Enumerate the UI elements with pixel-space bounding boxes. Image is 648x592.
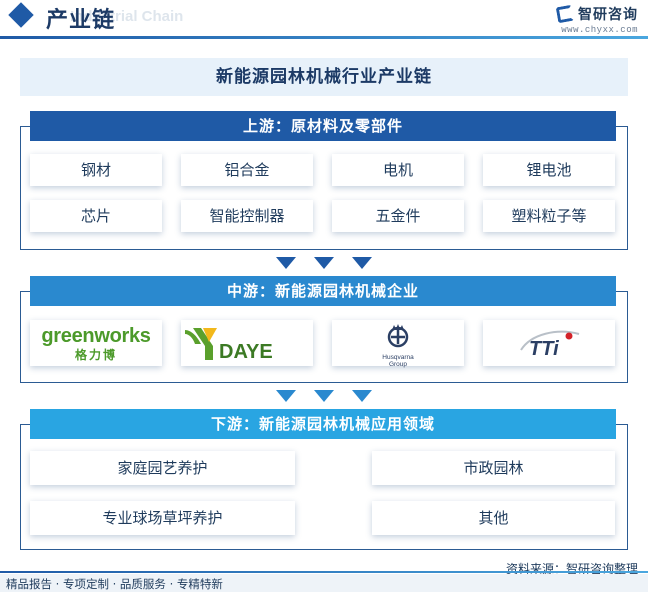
daye-logo-graphic: DAYE bbox=[185, 328, 273, 362]
footer-bar: 精品报告 · 专项定制 · 品质服务 · 专精特新 bbox=[0, 574, 648, 592]
midstream-header: 中游：新能源园林机械企业 bbox=[30, 276, 616, 306]
footer-divider bbox=[0, 571, 648, 573]
upstream-item: 五金件 bbox=[332, 200, 464, 232]
brand-url: www.chyxx.com bbox=[561, 25, 638, 35]
tti-logo-graphic: TTi bbox=[520, 330, 580, 360]
upstream-item: 铝合金 bbox=[181, 154, 313, 186]
upstream-item: 锂电池 bbox=[483, 154, 615, 186]
upstream-item: 塑料粒子等 bbox=[483, 200, 615, 232]
main-title: 新能源园林机械行业产业链 bbox=[20, 58, 628, 96]
downstream-item: 家庭园艺养护 bbox=[30, 451, 295, 485]
daye-logo-text: DAYE bbox=[219, 341, 273, 362]
brand-mark-icon bbox=[555, 4, 575, 24]
downstream-item: 市政园林 bbox=[372, 451, 615, 485]
brand-name: 智研咨询 bbox=[578, 7, 638, 23]
greenworks-logo-cn: 格力博 bbox=[74, 348, 117, 362]
upstream-item: 电机 bbox=[332, 154, 464, 186]
upstream-item: 钢材 bbox=[30, 154, 162, 186]
header-divider bbox=[0, 36, 648, 39]
upstream-header: 上游：原材料及零部件 bbox=[30, 111, 616, 141]
husqvarna-crown-icon bbox=[387, 324, 409, 348]
greenworks-logo: greenworks 格力博 bbox=[30, 320, 162, 366]
husqvarna-logo-sub: Group bbox=[388, 361, 408, 368]
tti-logo: TTi bbox=[483, 320, 615, 366]
husqvarna-logo-text: Husqvarna bbox=[382, 354, 414, 361]
footer-tagline: 精品报告 · 专项定制 · 品质服务 · 专精特新 bbox=[6, 577, 223, 591]
daye-logo: DAYE bbox=[181, 320, 313, 366]
flow-arrow-icon bbox=[314, 257, 334, 269]
flow-arrow-icon bbox=[352, 257, 372, 269]
greenworks-logo-text: greenworks bbox=[41, 325, 151, 347]
tti-logo-text: TTi bbox=[529, 338, 559, 360]
header-title: 产业链 bbox=[46, 8, 116, 33]
upstream-item: 芯片 bbox=[30, 200, 162, 232]
flow-arrow-icon bbox=[352, 390, 372, 402]
husqvarna-logo: Husqvarna Group bbox=[332, 320, 464, 368]
flow-arrow-icon bbox=[276, 257, 296, 269]
header-diamond-icon bbox=[8, 2, 34, 28]
downstream-header: 下游：新能源园林机械应用领域 bbox=[30, 409, 616, 439]
flow-arrow-icon bbox=[314, 390, 334, 402]
flow-arrow-icon bbox=[276, 390, 296, 402]
brand-logo: 智研咨询 www.chyxx.com bbox=[555, 4, 638, 35]
downstream-item: 专业球场草坪养护 bbox=[30, 501, 295, 535]
downstream-item: 其他 bbox=[372, 501, 615, 535]
upstream-item: 智能控制器 bbox=[181, 200, 313, 232]
